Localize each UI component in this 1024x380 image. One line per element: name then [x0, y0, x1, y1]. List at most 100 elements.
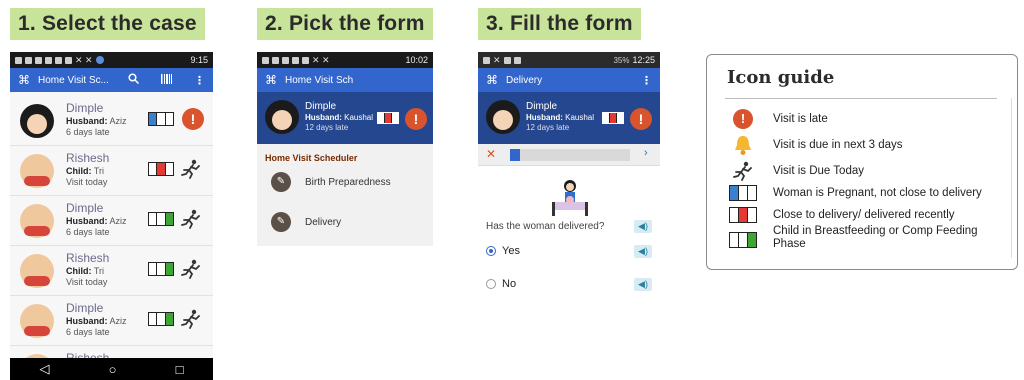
barcode-icon[interactable]: [161, 73, 172, 87]
guide-text: Close to delivery/ delivered recently: [773, 208, 955, 221]
red-bars-icon: [377, 112, 399, 124]
guide-text: Visit is late: [773, 112, 828, 125]
section-title: Home Visit Scheduler: [265, 153, 358, 163]
app-bar: ⌘ Delivery ⋮: [478, 68, 660, 92]
case-row[interactable]: Dimple Husband: Aziz 6 days late: [10, 296, 213, 346]
form-label: Delivery: [305, 217, 342, 228]
case-row[interactable]: Rishesh Child: Tri Visit today: [10, 146, 213, 196]
guide-title: Icon guide: [727, 67, 835, 88]
edit-icon: ✎: [271, 212, 291, 232]
question-label: Has the woman delivered?: [486, 221, 605, 232]
green-bars-icon: [148, 262, 174, 276]
green-bars-icon: [148, 312, 174, 326]
case-header: Dimple Husband: Kaushal 12 days late !: [478, 92, 660, 144]
app-logo-icon: ⌘: [265, 73, 277, 87]
case-relation: Husband: Kaushal: [526, 113, 595, 122]
guide-text: Child in Breastfeeding or Comp Feeding P…: [773, 225, 978, 250]
guide-row-pregnant: Woman is Pregnant, not close to delivery: [727, 182, 982, 204]
recents-nav-icon[interactable]: □: [176, 362, 184, 377]
status-bar: ✕ ✕ 10:02: [257, 52, 433, 68]
radio-no[interactable]: [486, 279, 496, 289]
progress-track: [510, 149, 630, 161]
guide-row-close-delivery: Close to delivery/ delivered recently: [727, 204, 955, 226]
option-label: Yes: [502, 245, 520, 257]
battery-level: 35%: [613, 55, 630, 65]
running-person-icon: [180, 309, 202, 332]
guide-row-due-today: Visit is Due Today: [727, 160, 864, 182]
audio-icon[interactable]: ◀): [634, 220, 652, 233]
icon-guide-panel: Icon guide ! Visit is late Visit is due …: [706, 54, 1018, 270]
step-1-title: 1. Select the case: [10, 8, 205, 40]
alert-icon: !: [182, 108, 204, 130]
step-2-title: 2. Pick the form: [257, 8, 433, 40]
case-name: Dimple: [66, 101, 104, 115]
red-bars-icon: [729, 207, 757, 223]
home-nav-icon[interactable]: ○: [109, 362, 117, 377]
case-status: Visit today: [66, 277, 108, 287]
app-bar: ⌘ Home Visit Sch: [257, 68, 433, 92]
search-icon[interactable]: [128, 73, 140, 87]
case-name: Rishesh: [66, 251, 110, 265]
guide-row-breastfeeding: Child in Breastfeeding or Comp Feeding P…: [727, 225, 978, 251]
guide-text: Visit is Due Today: [773, 164, 864, 177]
blue-bars-icon: [729, 185, 757, 201]
form-label: Birth Preparedness: [305, 177, 391, 188]
red-bars-icon: [602, 112, 624, 124]
case-relation: Husband: Aziz: [66, 116, 127, 126]
form-item-delivery[interactable]: ✎ Delivery: [257, 206, 433, 244]
case-header: Dimple Husband: Kaushal 12 days late !: [257, 92, 433, 144]
delivery-illustration-icon: [548, 178, 592, 218]
avatar: [486, 100, 520, 134]
running-person-icon: [180, 259, 202, 282]
case-relation: Child: Tri: [66, 266, 105, 276]
case-row[interactable]: Rishesh Child: Tri Visit today: [10, 246, 213, 296]
guide-divider: [725, 98, 997, 99]
status-time: 12:25: [632, 55, 655, 65]
status-bar: ✕ 35% 12:25: [478, 52, 660, 68]
chevron-right-icon[interactable]: ›: [644, 147, 648, 159]
overflow-menu-icon[interactable]: ⋮: [641, 74, 652, 87]
case-row[interactable]: Dimple Husband: Aziz 6 days late: [10, 196, 213, 246]
case-relation: Husband: Kaushal: [305, 113, 374, 122]
option-yes[interactable]: Yes: [486, 245, 520, 257]
overflow-menu-icon[interactable]: ⋮: [194, 74, 205, 87]
case-row[interactable]: Dimple Husband: Aziz 6 days late!: [10, 96, 213, 146]
radio-yes[interactable]: [486, 246, 496, 256]
phone-case-list: ✕ ✕ 9:15 ⌘ Home Visit Sc... ⋮ Dimple Husb…: [10, 52, 213, 380]
avatar: [20, 204, 54, 238]
audio-icon[interactable]: ◀): [634, 278, 652, 291]
case-status: 6 days late: [66, 127, 110, 137]
close-icon[interactable]: ✕: [486, 147, 496, 161]
running-person-icon: [733, 161, 752, 181]
phone-pick-form: ✕ ✕ 10:02 ⌘ Home Visit Sch Dimple Husban…: [257, 52, 433, 246]
case-list: Dimple Husband: Aziz 6 days late! Rishesh Ch…: [10, 96, 213, 380]
green-bars-icon: [729, 232, 757, 248]
app-title: Delivery: [506, 74, 543, 86]
app-title: Home Visit Sch: [285, 74, 354, 86]
avatar: [20, 304, 54, 338]
back-nav-icon[interactable]: ◁: [40, 361, 50, 377]
green-bars-icon: [148, 212, 174, 226]
guide-side-divider: [1011, 98, 1012, 258]
guide-row-late: ! Visit is late: [727, 108, 828, 130]
nav-bar: ◁ ○ □: [10, 358, 213, 380]
alert-icon: !: [630, 108, 652, 130]
case-name: Dimple: [305, 101, 337, 112]
status-bar: ✕ ✕ 9:15: [10, 52, 213, 68]
app-logo-icon: ⌘: [18, 73, 30, 87]
avatar: [20, 104, 54, 138]
audio-icon[interactable]: ◀): [634, 245, 652, 258]
option-label: No: [502, 278, 517, 290]
form-item-birth-preparedness[interactable]: ✎ Birth Preparedness: [257, 166, 433, 204]
app-bar: ⌘ Home Visit Sc... ⋮: [10, 68, 213, 92]
case-name: Rishesh: [66, 151, 110, 165]
red-bars-icon: [148, 162, 174, 176]
case-status: Visit today: [66, 177, 108, 187]
running-person-icon: [180, 209, 202, 232]
alert-icon: !: [733, 109, 753, 129]
case-relation: Husband: Aziz: [66, 316, 127, 326]
app-title: Home Visit Sc...: [38, 74, 109, 86]
option-no[interactable]: No: [486, 278, 516, 290]
case-status: 6 days late: [66, 327, 110, 337]
case-name: Dimple: [66, 301, 104, 315]
